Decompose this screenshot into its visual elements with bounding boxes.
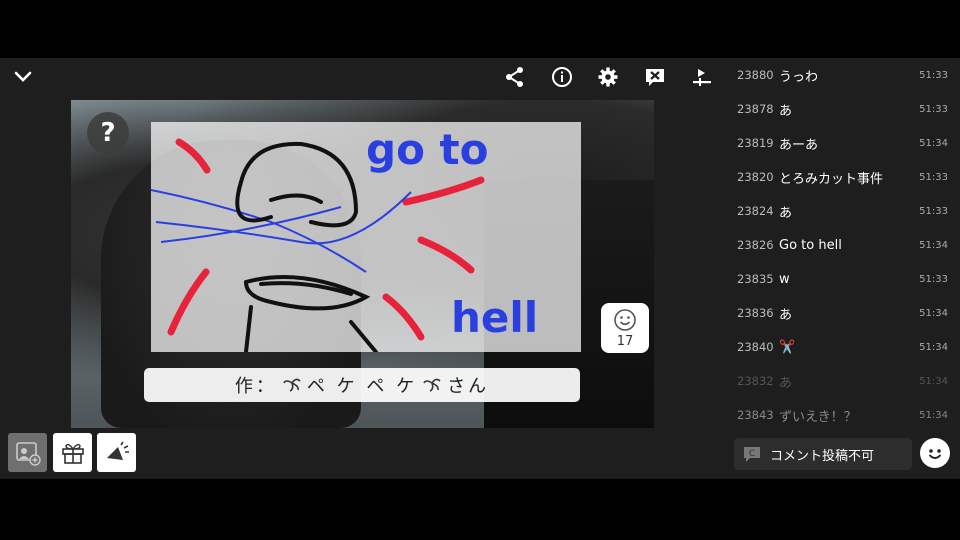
comment-number: 23835 [737, 272, 774, 286]
comment-time: 51:33 [919, 171, 948, 183]
drawing-text-go-to: go to [366, 125, 488, 174]
list-item: 23826 Go to hell 51:34 [722, 228, 960, 262]
list-item: 23878 あ 51:33 [722, 92, 960, 126]
megaphone-button[interactable] [97, 433, 136, 472]
comment-time: 51:33 [919, 273, 948, 285]
comment-time: 51:33 [919, 103, 948, 115]
gift-icon [61, 443, 84, 464]
reaction-count: 17 [616, 333, 634, 349]
video-player[interactable]: go to hell ? 17 作： ペ ケ ペ ケ さん [71, 100, 654, 428]
share-icon[interactable] [502, 64, 528, 90]
comment-number: 23880 [737, 68, 774, 82]
comment-icon: C [742, 444, 762, 464]
list-item: 23843 ずいえき！？ 51:34 [722, 398, 960, 428]
list-item: 23840 ✂️ 51:34 [722, 330, 960, 364]
list-item: 23820 とろみカット事件 51:33 [722, 160, 960, 194]
comment-number: 23836 [737, 306, 774, 320]
add-user-button[interactable] [8, 433, 47, 472]
comment-time: 51:34 [919, 137, 948, 149]
comment-time: 51:34 [919, 409, 948, 421]
svg-text:C: C [749, 449, 755, 459]
comment-time: 51:34 [919, 375, 948, 387]
help-button[interactable]: ? [87, 112, 129, 154]
chevron-down-icon[interactable] [10, 64, 36, 90]
app-window: go to hell ? 17 作： ペ ケ ペ ケ さん 23880 うっわ … [0, 58, 960, 479]
comment-input[interactable]: C コメント投稿不可 [734, 438, 912, 470]
comment-time: 51:34 [919, 341, 948, 353]
comment-number: 23819 [737, 136, 774, 150]
megaphone-icon [106, 441, 129, 460]
comment-list[interactable]: 23880 うっわ 51:33 23878 あ 51:33 23819 あーあ … [722, 58, 960, 428]
info-icon[interactable] [549, 64, 575, 90]
list-item: 23819 あーあ 51:34 [722, 126, 960, 160]
smiley-icon [928, 449, 942, 459]
comment-time: 51:34 [919, 307, 948, 319]
list-item: 23835 w 51:33 [722, 262, 960, 296]
transfer-icon[interactable] [689, 64, 715, 90]
swirl-icon [421, 372, 443, 399]
list-item: 23880 うっわ 51:33 [722, 58, 960, 92]
comment-number: 23832 [737, 374, 774, 388]
comment-time: 51:34 [919, 239, 948, 251]
list-item: 23832 あ 51:34 [722, 364, 960, 398]
credit-suffix: さん [447, 376, 490, 397]
comment-number: 23820 [737, 170, 774, 184]
author-credit: 作： ペ ケ ペ ケ さん [144, 368, 580, 402]
comment-input-placeholder: コメント投稿不可 [770, 448, 875, 464]
comment-number: 23826 [737, 238, 774, 252]
list-item: 23836 あ 51:34 [722, 296, 960, 330]
comment-time: 51:33 [919, 69, 948, 81]
credit-name: ペ ケ ペ ケ [306, 376, 418, 397]
comment-number: 23843 [737, 408, 774, 422]
gear-icon[interactable] [595, 64, 621, 90]
comment-number: 23878 [737, 102, 774, 116]
list-item: 23824 あ 51:33 [722, 194, 960, 228]
emoji-button[interactable] [920, 438, 950, 468]
comment-number: 23824 [737, 204, 774, 218]
swirl-icon [281, 372, 303, 399]
gift-button[interactable] [53, 433, 92, 472]
add-user-icon [15, 441, 41, 466]
close-x-icon[interactable] [642, 64, 668, 90]
comment-number: 23840 [737, 340, 774, 354]
drawing-canvas: go to hell [150, 122, 581, 354]
help-label: ? [100, 118, 116, 148]
comment-time: 51:33 [919, 205, 948, 217]
drawing-artwork: go to hell [150, 125, 538, 354]
drawing-text-hell: hell [451, 293, 538, 342]
reaction-counter[interactable]: 17 [601, 303, 649, 353]
smiley-icon [614, 308, 636, 331]
credit-prefix: 作： [234, 376, 277, 397]
